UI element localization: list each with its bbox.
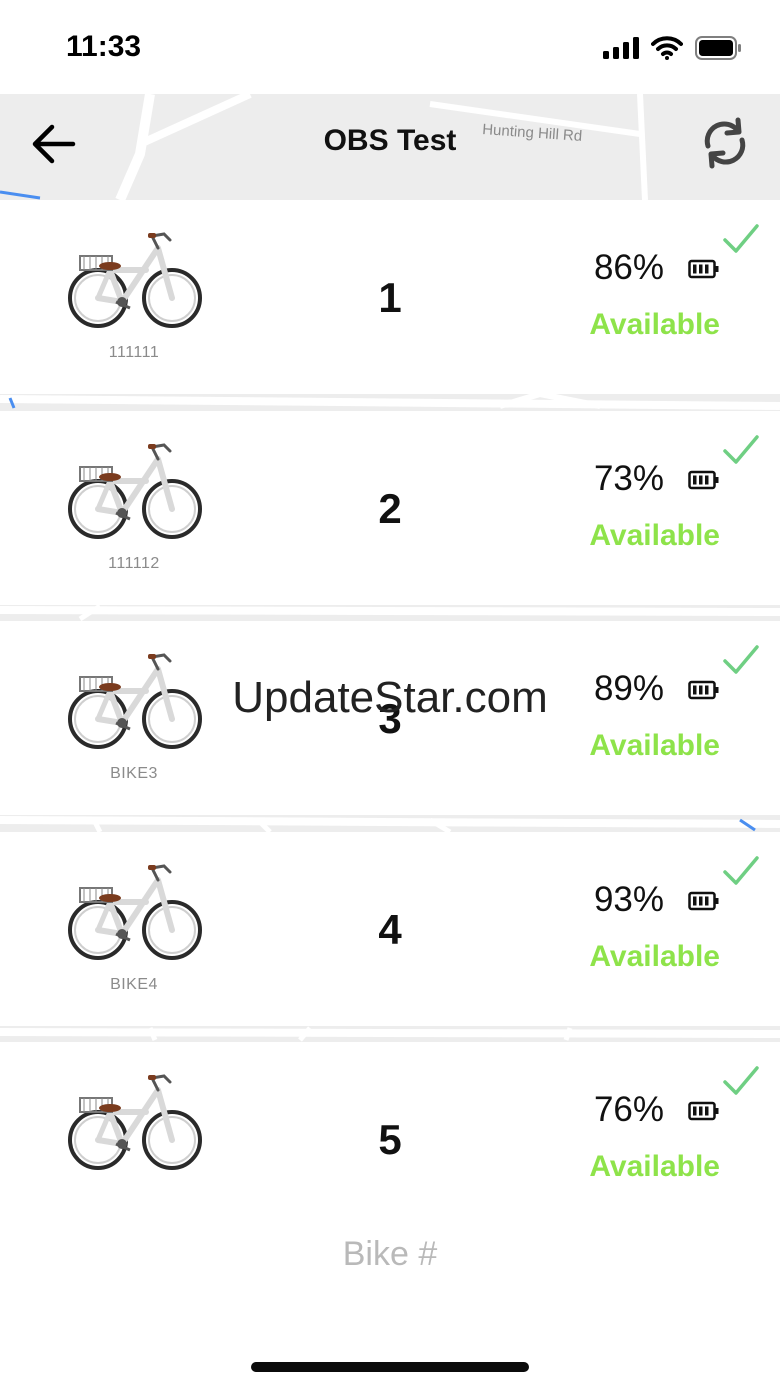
bike-serial: BIKE4	[110, 976, 158, 993]
check-icon	[723, 1066, 759, 1095]
bike-row[interactable]: BIKE3 3 89% Available	[0, 621, 780, 815]
bike-number: 1	[378, 274, 402, 321]
bike-image	[66, 230, 202, 330]
battery-icon	[688, 259, 720, 279]
bike-row[interactable]: 111111 1 86% Available	[0, 200, 780, 394]
bike-status: Available	[589, 940, 720, 973]
bike-status: Available	[589, 519, 720, 552]
bike-battery-percent: 93%	[593, 880, 664, 919]
bike-number: 2	[378, 485, 402, 532]
bike-battery-percent: 76%	[593, 1090, 664, 1129]
check-icon	[723, 435, 759, 464]
battery-icon	[695, 36, 741, 60]
battery-icon	[688, 680, 720, 700]
bike-status: Available	[589, 1150, 720, 1183]
status-time: 11:33	[66, 30, 142, 63]
bike-number: 5	[378, 1116, 402, 1163]
bike-number: 3	[378, 695, 402, 742]
check-icon	[723, 645, 759, 674]
bike-row[interactable]: BIKE4 4 93% Available	[0, 832, 780, 1026]
bike-serial: 111112	[108, 555, 160, 572]
home-indicator	[251, 1362, 529, 1372]
bike-image	[66, 441, 202, 541]
battery-icon	[688, 1101, 720, 1121]
bike-serial: 111111	[108, 344, 160, 361]
signal-icon	[603, 37, 639, 59]
status-icons	[603, 36, 743, 60]
check-icon	[723, 224, 759, 253]
bike-status: Available	[589, 729, 720, 762]
bike-battery-percent: 73%	[593, 459, 664, 498]
battery-icon	[688, 470, 720, 490]
bike-battery-percent: 86%	[593, 248, 664, 287]
refresh-icon[interactable]	[698, 116, 752, 170]
bike-status: Available	[589, 308, 720, 341]
page-title: OBS Test	[323, 124, 457, 157]
bike-image	[66, 651, 202, 751]
nav-bar: OBS Test	[0, 94, 780, 200]
bike-battery-percent: 89%	[593, 669, 664, 708]
bike-row[interactable]: 5 76% Available	[0, 1042, 780, 1214]
wifi-icon	[651, 36, 683, 60]
status-bar: 11:33	[0, 0, 780, 94]
bike-number: 4	[378, 906, 402, 953]
bike-image	[66, 862, 202, 962]
battery-icon	[688, 891, 720, 911]
bike-row[interactable]: 111112 2 73% Available	[0, 411, 780, 605]
bike-image	[66, 1072, 202, 1172]
bike-serial: BIKE3	[110, 765, 158, 782]
bottom-input-area	[0, 1214, 780, 1387]
bike-number-input[interactable]	[240, 1232, 540, 1276]
check-icon	[723, 856, 759, 885]
